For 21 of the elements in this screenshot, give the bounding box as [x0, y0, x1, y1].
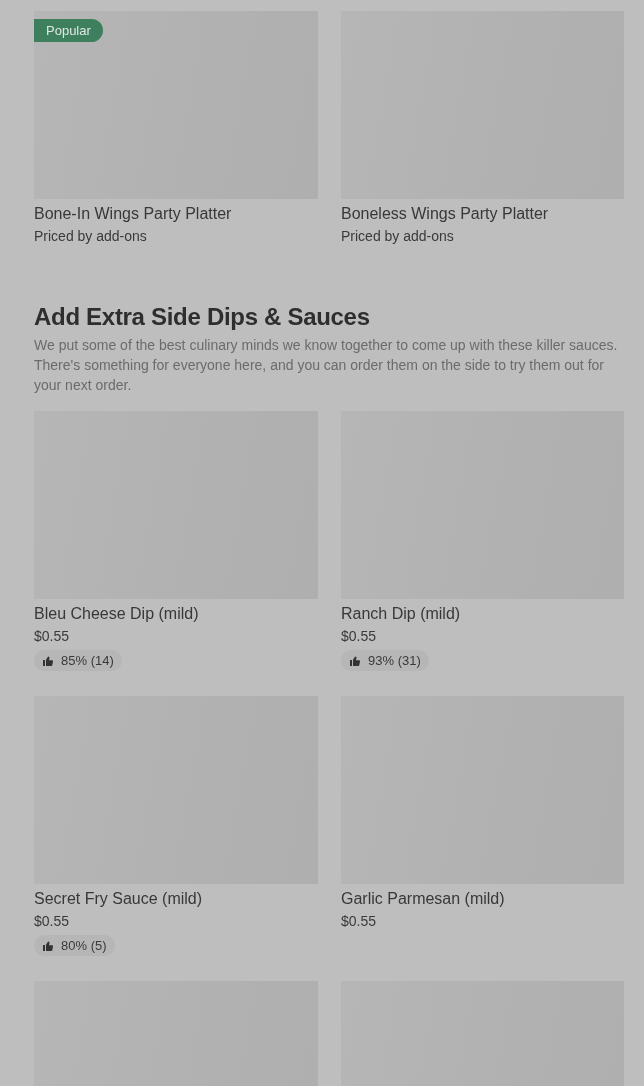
item-price: $0.55: [34, 912, 71, 930]
item-price: $0.55: [341, 627, 378, 645]
popular-badge: Popular: [34, 19, 103, 42]
thumbs-up-icon: [42, 654, 54, 667]
item-name: Secret Fry Sauce (mild): [34, 889, 204, 909]
item-name: Garlic Parmesan (mild): [341, 889, 506, 909]
item-price: $0.55: [341, 912, 378, 930]
item-price: Priced by add-ons: [34, 227, 148, 245]
item-price: Priced by add-ons: [341, 227, 455, 245]
section-title: Add Extra Side Dips & Sauces: [34, 303, 371, 331]
rating-text: 85% (14): [61, 653, 114, 668]
rating-text: 80% (5): [61, 938, 107, 953]
item-name: Bone-In Wings Party Platter: [34, 204, 233, 224]
thumbs-up-icon: [349, 654, 361, 667]
item-name: Bleu Cheese Dip (mild): [34, 604, 200, 624]
item-name: Boneless Wings Party Platter: [341, 204, 550, 224]
thumbs-up-icon: [42, 939, 54, 952]
rating-text: 93% (31): [368, 653, 421, 668]
item-name: Ranch Dip (mild): [341, 604, 462, 624]
section-description: We put some of the best culinary minds we know together to come up with these killer sauces. There's something for everyone here, and you can order them on the side to try them out for your next order.: [34, 336, 619, 395]
item-price: $0.55: [34, 627, 71, 645]
